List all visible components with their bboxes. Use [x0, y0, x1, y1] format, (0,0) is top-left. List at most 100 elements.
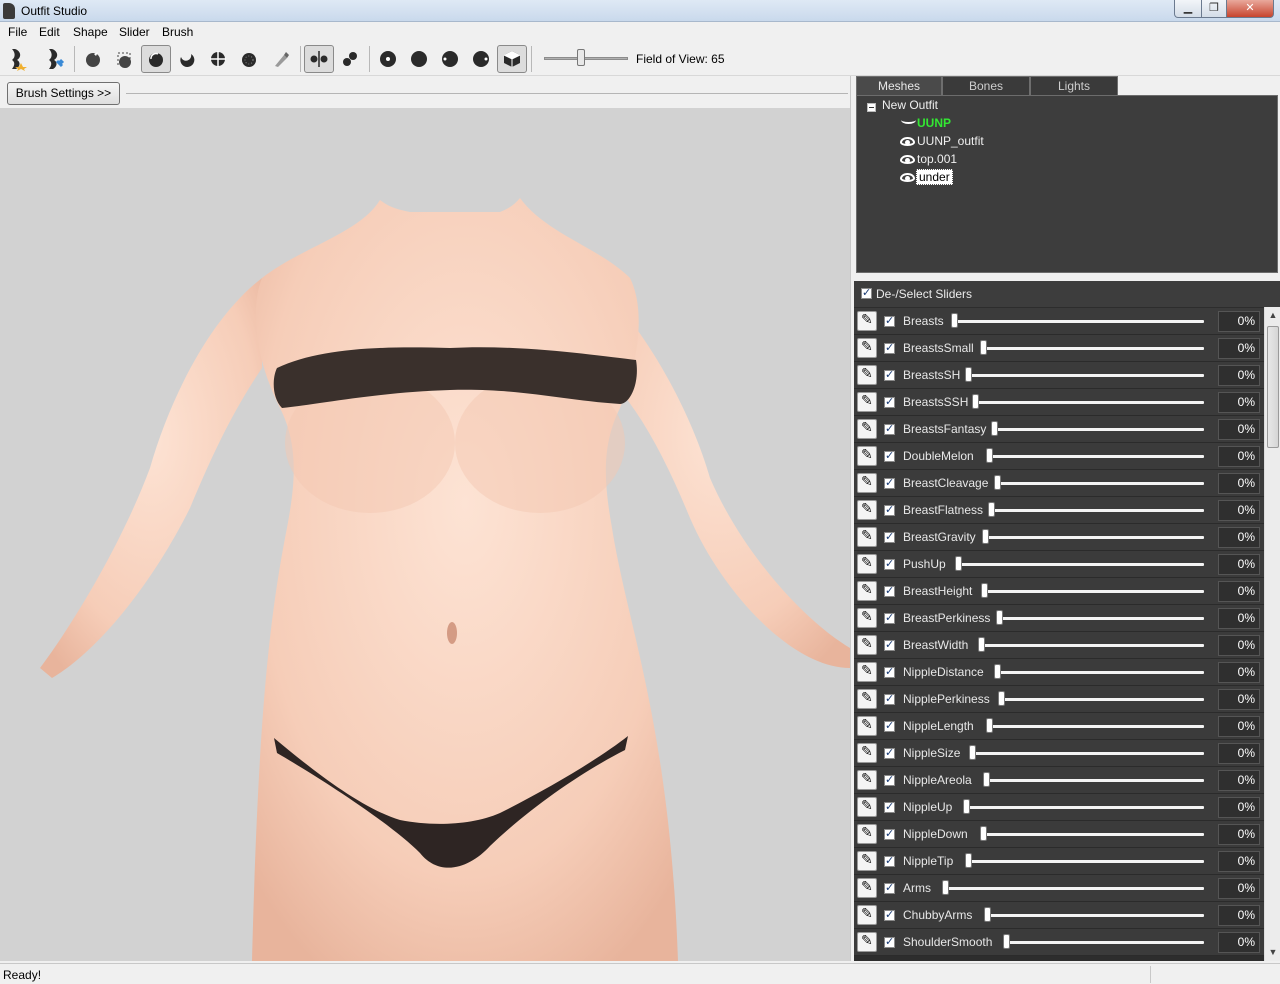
mask-tool-button[interactable] [110, 45, 140, 73]
slider-checkbox[interactable] [884, 314, 895, 327]
slider-thumb[interactable] [965, 853, 972, 868]
slider-track[interactable] [1006, 941, 1204, 944]
slider-thumb[interactable] [994, 475, 1001, 490]
scroll-thumb[interactable] [1267, 326, 1279, 448]
slider-checkbox[interactable] [884, 692, 895, 705]
slider-track[interactable] [968, 374, 1204, 377]
slider-checkbox[interactable] [884, 827, 895, 840]
slider-checkbox[interactable] [884, 395, 895, 408]
slider-value-field[interactable]: 0% [1218, 851, 1260, 872]
slider-checkbox[interactable] [884, 854, 895, 867]
slider-track[interactable] [985, 536, 1204, 539]
edit-slider-pencil-icon[interactable] [857, 878, 877, 898]
slider-thumb[interactable] [981, 583, 988, 598]
slider-track[interactable] [1001, 698, 1204, 701]
slider-track[interactable] [972, 752, 1204, 755]
slider-track[interactable] [999, 617, 1204, 620]
slider-track[interactable] [984, 590, 1204, 593]
tree-item-top[interactable]: top.001 [917, 152, 957, 166]
slider-value-field[interactable]: 0% [1218, 878, 1260, 899]
edit-slider-pencil-icon[interactable] [857, 311, 877, 331]
collapse-toggle[interactable] [867, 103, 876, 112]
slider-value-field[interactable]: 0% [1218, 905, 1260, 926]
minimize-button[interactable]: ▁ [1174, 0, 1202, 18]
slider-track[interactable] [987, 914, 1204, 917]
slider-thumb[interactable] [991, 421, 998, 436]
visible-eye-icon[interactable] [900, 173, 915, 182]
mirror-x-button[interactable] [304, 45, 334, 73]
slider-value-field[interactable]: 0% [1218, 500, 1260, 521]
tree-root[interactable]: New Outfit [882, 98, 938, 112]
slider-value-field[interactable]: 0% [1218, 932, 1260, 953]
slider-value-field[interactable]: 0% [1218, 527, 1260, 548]
slider-thumb[interactable] [978, 637, 985, 652]
slider-track[interactable] [954, 320, 1204, 323]
slider-value-field[interactable]: 0% [1218, 446, 1260, 467]
edit-slider-pencil-icon[interactable] [857, 635, 877, 655]
slider-thumb[interactable] [988, 502, 995, 517]
slider-thumb[interactable] [942, 880, 949, 895]
tab-bones[interactable]: Bones [942, 76, 1030, 96]
slider-thumb[interactable] [965, 367, 972, 382]
edit-slider-pencil-icon[interactable] [857, 932, 877, 952]
tree-item-uunp-outfit[interactable]: UUNP_outfit [917, 134, 984, 148]
slider-checkbox[interactable] [884, 746, 895, 759]
smooth-brush-button[interactable] [234, 45, 264, 73]
edit-slider-pencil-icon[interactable] [857, 446, 877, 466]
edit-slider-pencil-icon[interactable] [857, 581, 877, 601]
slider-checkbox[interactable] [884, 935, 895, 948]
edit-slider-pencil-icon[interactable] [857, 770, 877, 790]
inflate-brush-button[interactable] [141, 45, 171, 73]
slider-thumb[interactable] [996, 610, 1003, 625]
tree-item-uunp[interactable]: UUNP [917, 116, 951, 130]
slider-track[interactable] [991, 509, 1204, 512]
slider-track[interactable] [989, 455, 1204, 458]
slider-value-field[interactable]: 0% [1218, 770, 1260, 791]
edit-slider-pencil-icon[interactable] [857, 500, 877, 520]
slider-thumb[interactable] [972, 394, 979, 409]
edit-slider-pencil-icon[interactable] [857, 743, 877, 763]
slider-track[interactable] [989, 725, 1204, 728]
slider-track[interactable] [997, 482, 1204, 485]
slider-thumb[interactable] [1003, 934, 1010, 949]
visible-eye-icon[interactable] [900, 137, 915, 146]
tab-meshes[interactable]: Meshes [856, 76, 942, 96]
connected-only-button[interactable] [335, 45, 365, 73]
edit-slider-pencil-icon[interactable] [857, 824, 877, 844]
slider-value-field[interactable]: 0% [1218, 743, 1260, 764]
slider-thumb[interactable] [963, 799, 970, 814]
slider-thumb[interactable] [986, 718, 993, 733]
slider-checkbox[interactable] [884, 638, 895, 651]
slider-track[interactable] [983, 833, 1204, 836]
brush-size-2-button[interactable] [404, 45, 434, 73]
slider-checkbox[interactable] [884, 503, 895, 516]
slider-value-field[interactable]: 0% [1218, 392, 1260, 413]
edit-slider-pencil-icon[interactable] [857, 473, 877, 493]
slider-value-field[interactable]: 0% [1218, 824, 1260, 845]
slider-track[interactable] [997, 671, 1204, 674]
slider-thumb[interactable] [984, 907, 991, 922]
load-reference-button[interactable] [3, 45, 33, 73]
slider-track[interactable] [983, 347, 1204, 350]
slider-value-field[interactable]: 0% [1218, 689, 1260, 710]
slider-thumb[interactable] [980, 340, 987, 355]
slider-value-field[interactable]: 0% [1218, 554, 1260, 575]
edit-slider-pencil-icon[interactable] [857, 797, 877, 817]
edit-slider-pencil-icon[interactable] [857, 527, 877, 547]
slider-thumb[interactable] [983, 772, 990, 787]
slider-track[interactable] [986, 779, 1204, 782]
slider-checkbox[interactable] [884, 665, 895, 678]
view-cube-button[interactable] [497, 45, 527, 73]
slider-scrollbar[interactable]: ▲ ▼ [1264, 307, 1280, 961]
slider-thumb[interactable] [994, 664, 1001, 679]
slider-value-field[interactable]: 0% [1218, 311, 1260, 332]
move-brush-button[interactable] [203, 45, 233, 73]
menu-file[interactable]: File [8, 25, 27, 39]
slider-checkbox[interactable] [884, 530, 895, 543]
slider-track[interactable] [968, 860, 1204, 863]
slider-checkbox[interactable] [884, 881, 895, 894]
slider-checkbox[interactable] [884, 449, 895, 462]
slider-thumb[interactable] [980, 826, 987, 841]
edit-slider-pencil-icon[interactable] [857, 608, 877, 628]
slider-checkbox[interactable] [884, 584, 895, 597]
